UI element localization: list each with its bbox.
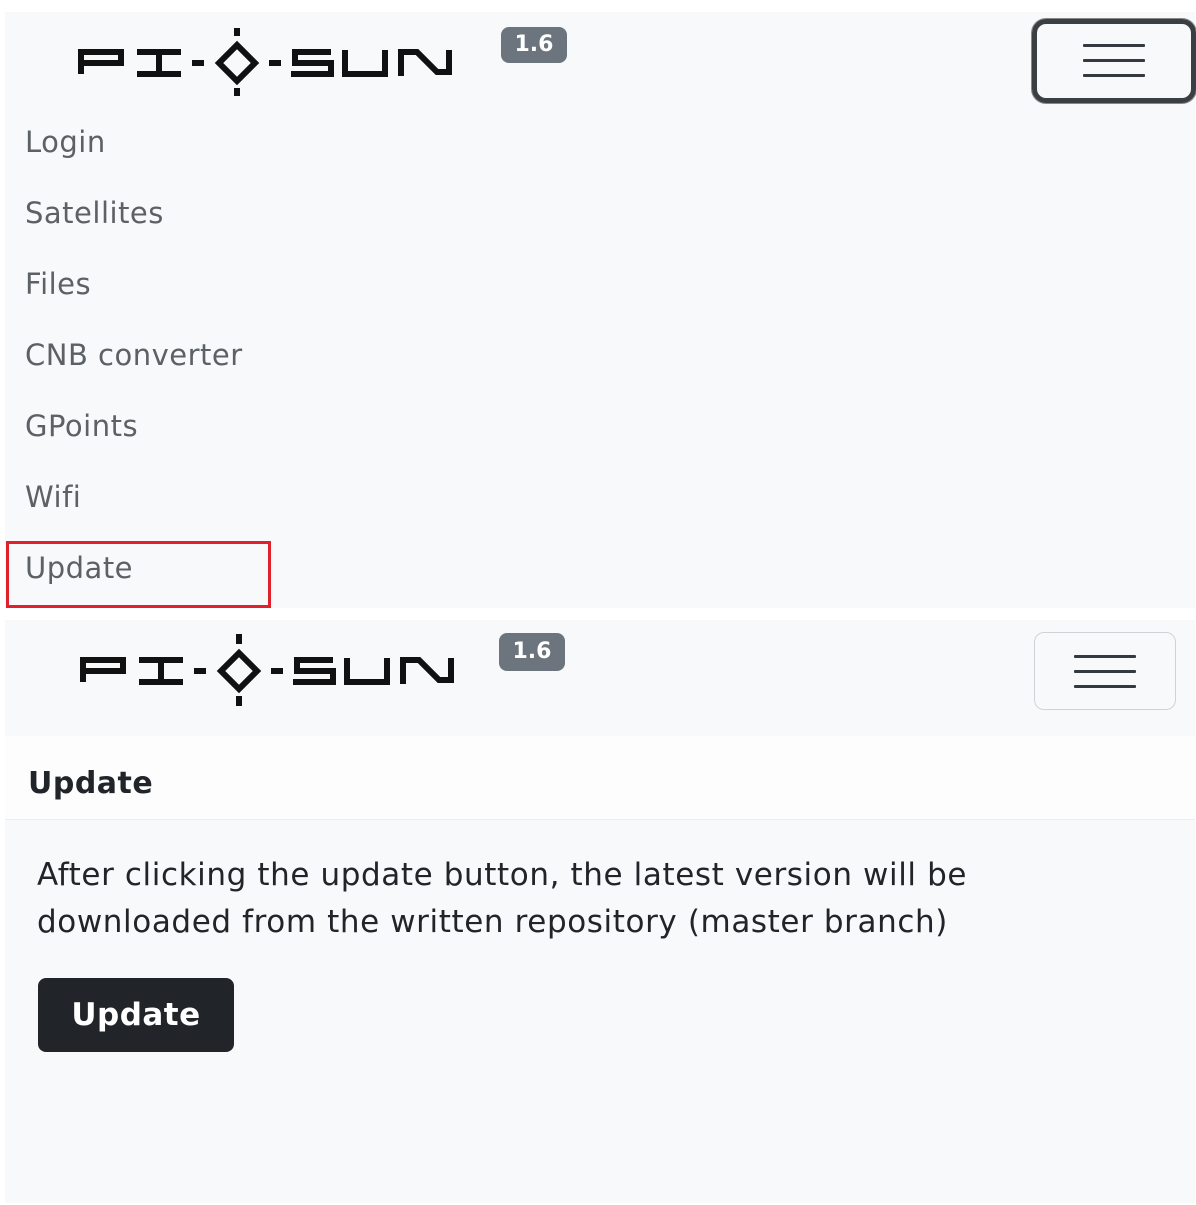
update-description: After clicking the update button, the la… [37,857,968,940]
nav-item-files[interactable]: Files [5,249,605,320]
nav-menu: Login Satellites Files CNB converter GPo… [5,107,605,604]
update-button[interactable]: Update [38,978,234,1052]
expanded-navbar: 1.6 Login Satellites Files CNB converter… [5,12,1196,608]
card-title: Update [28,766,154,801]
nav-item-satellites[interactable]: Satellites [5,178,605,249]
navbar-toggler-button[interactable] [1032,19,1196,103]
hamburger-icon-line [1083,74,1145,77]
hamburger-icon [1074,655,1136,658]
card-header [5,736,1195,820]
nav-item-login[interactable]: Login [5,107,605,178]
pi-sun-logo[interactable] [77,28,457,96]
hamburger-icon [1083,44,1145,47]
nav-item-gpoints[interactable]: GPoints [5,391,605,462]
hamburger-icon-line [1083,59,1145,62]
hamburger-icon-line [1074,685,1136,688]
highlight-annotation-box [6,541,271,608]
update-page: 1.6 Update After clicking the update but… [5,620,1195,1203]
nav-item-cnb-converter[interactable]: CNB converter [5,320,605,391]
version-badge: 1.6 [501,27,567,63]
pi-sun-logo[interactable] [79,634,459,706]
nav-item-wifi[interactable]: Wifi [5,462,605,533]
navbar-toggler-button[interactable] [1034,632,1176,710]
hamburger-icon-line [1074,670,1136,673]
version-badge: 1.6 [499,633,565,671]
